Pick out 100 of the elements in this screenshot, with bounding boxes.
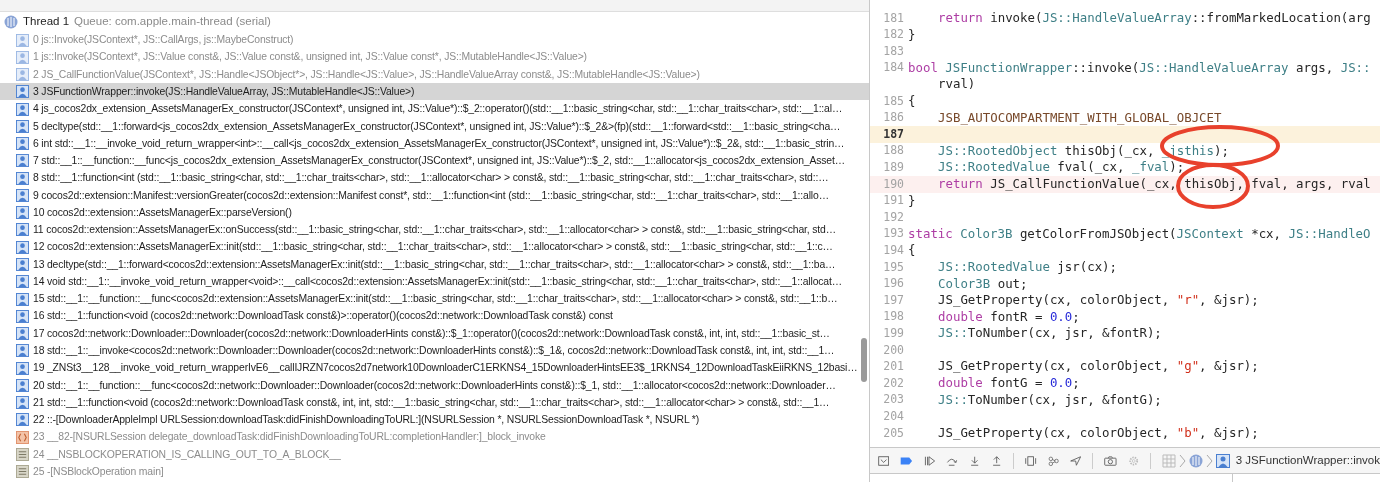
camera-icon[interactable] [1103, 453, 1117, 468]
code-line: double fontR = 0.0; [937, 307, 1080, 326]
line-number: 197 [882, 291, 905, 309]
chevron-icon [1178, 453, 1186, 468]
stack-frame-row[interactable]: 4 js_cocos2dx_extension_AssetsManagerEx_constructor(JSContext*, unsigned int, JS::Value*)::$_2::operator()(std::__1::basic_string<char, std::__1::char_traits<char>, std::__1::al… [0, 100, 869, 118]
person-icon [16, 50, 29, 64]
line-number: 204 [882, 407, 905, 425]
code-line: rval) [937, 75, 976, 94]
code-line: JS_GetProperty(cx, colorObject, "r", &jsr); [937, 291, 1259, 310]
stack-frame-row[interactable]: 20 std::__1::__function::__func<cocos2d::network::Downloader::Downloader(cocos2d::network::DownloaderHints const&)::$_1, std::__1::allocator<cocos2d::network::Downloader… [0, 376, 869, 394]
thread-icon [4, 14, 18, 29]
person-icon [16, 292, 29, 306]
stack-frame-row[interactable]: 11 cocos2d::extension::AssetsManagerEx::onSuccess(std::__1::basic_string<char, std::__1::char_traits<char>, std::__1::allocator<char> > const&, std::__1::basic_string<char, std… [0, 221, 869, 239]
stack-frame-row[interactable]: 13 decltype(std::__1::forward<cocos2d::extension::AssetsManagerEx::init(std::__1::basic_string<char, std::__1::char_traits<char>, std::__1::allocator<char> > const&, std::__1::ba… [0, 255, 869, 274]
stack-frame-row[interactable]: 18 std::__1::__invoke<cocos2d::network::Downloader::Downloader(cocos2d::network::DownloaderHints const&)::$_1&, cocos2d::network::DownloadTask const&, int, int, std::__1… [0, 342, 869, 360]
stack-frame-row[interactable]: 8 std::__1::function<int (std::__1::basic_string<char, std::__1::char_traits<char>, std::__1::allocator<char> > const&, std::__1::basic_string<char, std::__1::char_traits<char>, std::… [0, 169, 869, 187]
person-icon [16, 327, 29, 341]
code-line: bool JSFunctionWrapper::invoke(JS::HandleValueArray args, JS:: [908, 58, 1371, 77]
code-line: JSB_AUTOCOMPARTMENT_WITH_GLOBAL_OBJCET [937, 108, 1222, 127]
person-icon [16, 171, 29, 185]
stack-frame-row[interactable]: 25 -[NSBlockOperation main] [0, 463, 869, 481]
step-out-icon[interactable] [991, 453, 1003, 468]
person-icon [16, 223, 29, 237]
stack-frame-row[interactable]: 19 _ZNSt3__128__invoke_void_return_wrapperIvE6__callIJRZN7cocos2d7network10DownloaderC1ERKNS4_15DownloaderHintsEE3$_1RKNS4_12DownloadTaskEiiRKNS_12basi… [0, 359, 869, 377]
hide-panel-icon[interactable] [878, 453, 890, 468]
person-icon[interactable] [1215, 453, 1230, 468]
breakpoint-icon[interactable] [900, 454, 914, 467]
line-number: 182 [882, 26, 905, 44]
line-number: 192 [882, 208, 905, 226]
code-line: return JS_CallFunctionValue(_cx, thisObj, fval, args, rval [937, 174, 1371, 193]
stack-frame-row[interactable]: 12 cocos2d::extension::AssetsManagerEx::init(std::__1::basic_string<char, std::__1::char_traits<char>, std::__1::allocator<char> > const&, std::__1::basic_string<char, std::__1::c… [0, 238, 869, 256]
person-icon [16, 137, 29, 151]
stack-frame-row[interactable]: 17 cocos2d::network::Downloader::Downloader(cocos2d::network::DownloaderHints const&)::$_1::operator()(cocos2d::network::DownloadTask const&, int, int, std::__1::basic_st… [0, 324, 869, 343]
stack-frame-row[interactable]: 15 std::__1::__function::__func<cocos2d::extension::AssetsManagerEx::init(std::__1::basic_string<char, std::__1::char_traits<char>, std::__1::allocator<char> > const&, std::__1::b… [0, 290, 869, 308]
code-line: double fontG = 0.0; [937, 374, 1080, 393]
person-icon [16, 119, 29, 133]
line-number: 202 [882, 374, 905, 392]
memory-graph-icon[interactable] [1047, 453, 1059, 468]
person-icon [16, 378, 29, 392]
code-line: JS_GetProperty(cx, colorObject, "g", &jsr); [937, 357, 1259, 376]
stack-frame-row[interactable]: 14 void std::__1::__invoke_void_return_wrapper<void>::__call<cocos2d::extension::AssetsManagerEx::init(std::__1::basic_string<char, std::__1::char_traits<char>, std::__1::allocat… [0, 273, 869, 291]
stack-frame-row[interactable]: 1 js::Invoke(JSContext*, JS::Value const&, JS::Value const&, unsigned int, JS::Value const*, JS::MutableHandle<JS::Value>) [0, 48, 869, 66]
line-number: 191 [882, 192, 905, 210]
stack-frame-row[interactable]: 7 std::__1::__function::__func<js_cocos2dx_extension_AssetsManagerEx_constructor(JSContext*, unsigned int, JS::Value*)::$_2, std::__1::allocator<js_cocos2dx_extension_Asset… [0, 152, 869, 170]
code-line: static Color3B getColorFromJSObject(JSContext *cx, JS::HandleO [908, 224, 1371, 243]
line-number: 200 [882, 341, 905, 359]
stack-frame-row[interactable]: 16 std::__1::function<void (cocos2d::network::DownloadTask const&)>::operator()(cocos2d::network::DownloadTask const&) const [0, 307, 869, 325]
code-line: } [908, 191, 916, 210]
chevron-icon [1205, 453, 1213, 468]
stack-frame-row[interactable]: 5 decltype(std::__1::forward<js_cocos2dx_extension_AssetsManagerEx_constructor(JSContext*, unsigned int, JS::Value*)::$_2&>(fp)(std::__1::forward<std::__1::basic_string<cha… [0, 117, 869, 135]
person-icon [16, 154, 29, 168]
code-line: JS::ToNumber(cx, jsr, &fontR); [937, 324, 1162, 343]
code-line: Color3B out; [937, 274, 1028, 293]
line-number: 201 [882, 358, 905, 376]
line-number: 194 [882, 242, 905, 259]
line-number: 185 [882, 92, 905, 110]
stack-frame-row[interactable]: 23 __82-[NSURLSession delegate_downloadTask:didFinishDownloadingToURL:completionHandler:]_block_invoke [0, 428, 869, 446]
stack-frame-row[interactable]: 0 js::Invoke(JSContext*, JS::CallArgs, js::MaybeConstruct) [0, 31, 869, 49]
person-icon [16, 396, 29, 410]
continue-icon[interactable] [924, 453, 936, 468]
code-line: { [908, 241, 916, 260]
stack-frame-row[interactable]: 22 ::-[DownloaderAppleImpl URLSession:downloadTask:didFinishDownloadingToURL:](NSURLSession *, NSURLSessionDownloadTask *, NSURL *) [0, 411, 869, 429]
person-icon [16, 413, 29, 427]
stack-frame-row[interactable]: 9 cocos2d::extension::Manifest::versionGreater(cocos2d::extension::Manifest const*, std::__1::function<int (std::__1::basic_string<char, std::__1::char_traits<char>, std::__1::allo… [0, 186, 869, 205]
line-number: 193 [882, 225, 905, 243]
stack-frame-row[interactable]: 10 cocos2d::extension::AssetsManagerEx::parseVersion() [0, 204, 869, 222]
line-number: 184 [882, 59, 905, 77]
queue-label: Queue: com.apple.main-thread (serial) [74, 14, 271, 30]
scrollbar-thumb[interactable] [861, 338, 867, 382]
person-icon [16, 33, 29, 47]
stack-frame-row[interactable]: 24 __NSBLOCKOPERATION_IS_CALLING_OUT_TO_A_BLOCK__ [0, 445, 869, 464]
location-icon[interactable] [1069, 453, 1082, 468]
line-number: 189 [882, 159, 905, 176]
list-icon [16, 465, 29, 479]
person-icon [16, 206, 29, 220]
list-icon [16, 447, 29, 461]
person-icon [16, 344, 29, 358]
line-number: 196 [882, 275, 905, 293]
person-icon [16, 309, 29, 323]
stack-frame-row[interactable]: 3 JSFunctionWrapper::invoke(JS::HandleValueArray, JS::MutableHandle<JS::Value>) [0, 83, 869, 101]
person-icon [16, 361, 29, 375]
code-line: { [908, 91, 916, 110]
line-number: 190 [882, 175, 905, 193]
line-number: 203 [882, 391, 905, 409]
code-line: JS_GetProperty(cx, colorObject, "b", &jsr); [937, 423, 1259, 442]
line-number: 188 [882, 142, 905, 160]
brackets-icon [16, 430, 29, 444]
line-number: 205 [882, 424, 905, 442]
stack-frame-row[interactable]: 2 JS_CallFunctionValue(JSContext*, JS::Handle<JSObject*>, JS::Handle<JS::Value>, JS::HandleValueArray const&, JS::MutableHandle<JS::Value>) [0, 65, 869, 84]
person-icon [16, 257, 29, 271]
thread-icon[interactable] [1188, 453, 1203, 468]
stack-frame-row[interactable]: 6 int std::__1::__invoke_void_return_wrapper<int>::__call<js_cocos2dx_extension_AssetsManagerEx_constructor(JSContext*, unsigned int, JS::Value*)::$_2&, std::__1::basic_strin… [0, 135, 869, 153]
code-line: JS::RootedValue fval(_cx, _fval); [937, 158, 1185, 177]
line-number: 183 [882, 42, 905, 60]
line-number: 186 [882, 109, 905, 127]
code-line: JS::RootedValue jsr(cx); [937, 257, 1118, 276]
view-layers-icon[interactable] [1025, 453, 1037, 468]
stack-frame-row[interactable]: 21 std::__1::function<void (cocos2d::network::DownloadTask const&, int, int, std::__1::basic_string<char, std::__1::char_traits<char>, std::__1::allocator<char> > const&, std::__1… [0, 393, 869, 412]
breadcrumb-label[interactable]: 3 JSFunctionWrapper::invok [1235, 451, 1380, 470]
code-line: return invoke(JS::HandleValueArray::fromMarkedLocation(arg [937, 9, 1371, 27]
